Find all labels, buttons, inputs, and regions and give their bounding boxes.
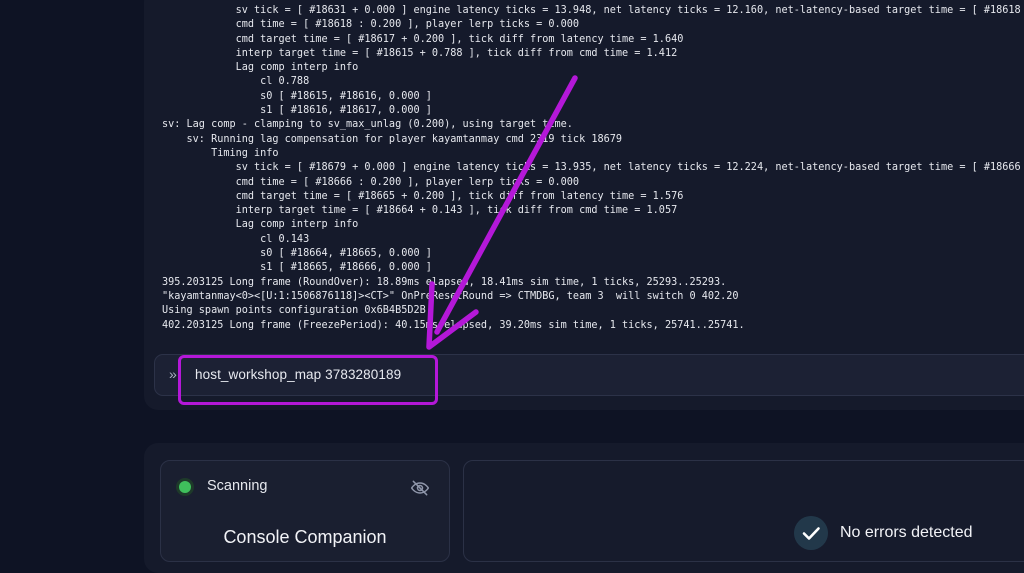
log-line: cmd time = [ #18666 : 0.200 ], player le… <box>162 176 580 188</box>
console-log[interactable]: sv tick = [ #18631 + 0.000 ] engine late… <box>162 4 1024 334</box>
results-card: No errors detected <box>463 460 1024 562</box>
log-line: 402.203125 Long frame (FreezePeriod): 40… <box>162 319 745 331</box>
log-line: Lag comp interp info <box>162 219 359 231</box>
check-circle-icon <box>794 516 828 550</box>
log-line: Using spawn points configuration 0x6B4B5… <box>162 305 426 317</box>
log-line: cmd target time = [ #18617 + 0.200 ], ti… <box>162 33 684 45</box>
scanning-status-label: Scanning <box>207 478 268 494</box>
annotation-highlight-box <box>178 355 438 405</box>
log-line: sv tick = [ #18679 + 0.000 ] engine late… <box>162 162 1024 174</box>
log-line: 395.203125 Long frame (RoundOver): 18.89… <box>162 276 727 288</box>
log-line: sv: Running lag compensation for player … <box>162 133 623 145</box>
log-line: s1 [ #18665, #18666, 0.000 ] <box>162 262 432 274</box>
console-panel: sv tick = [ #18631 + 0.000 ] engine late… <box>144 0 1024 410</box>
scanning-card: Scanning Console Companion <box>160 460 450 562</box>
card-title: Console Companion <box>223 527 387 547</box>
log-line: Timing info <box>162 147 279 159</box>
log-line: cmd time = [ #18618 : 0.200 ], player le… <box>162 19 580 31</box>
log-line: "kayamtanmay<0><[U:1:1506876118]><CT>" O… <box>162 290 739 302</box>
log-line: s0 [ #18664, #18665, 0.000 ] <box>162 248 432 260</box>
prompt-chevron-icon: » <box>169 366 177 382</box>
log-line: interp target time = [ #18664 + 0.143 ],… <box>162 205 678 217</box>
status-indicator-icon <box>179 481 191 493</box>
no-errors-message: No errors detected <box>840 524 973 541</box>
log-line: sv tick = [ #18631 + 0.000 ] engine late… <box>162 5 1024 16</box>
log-line: s1 [ #18616, #18617, 0.000 ] <box>162 105 432 117</box>
log-line: cl 0.788 <box>162 76 310 88</box>
log-line: s0 [ #18615, #18616, 0.000 ] <box>162 90 432 102</box>
log-line: Lag comp interp info <box>162 62 359 74</box>
eye-off-icon[interactable] <box>410 478 430 498</box>
log-line: interp target time = [ #18615 + 0.788 ],… <box>162 47 678 59</box>
log-line: cl 0.143 <box>162 233 310 245</box>
log-line: cmd target time = [ #18665 + 0.200 ], ti… <box>162 190 684 202</box>
log-line: sv: Lag comp - clamping to sv_max_unlag … <box>162 119 573 131</box>
